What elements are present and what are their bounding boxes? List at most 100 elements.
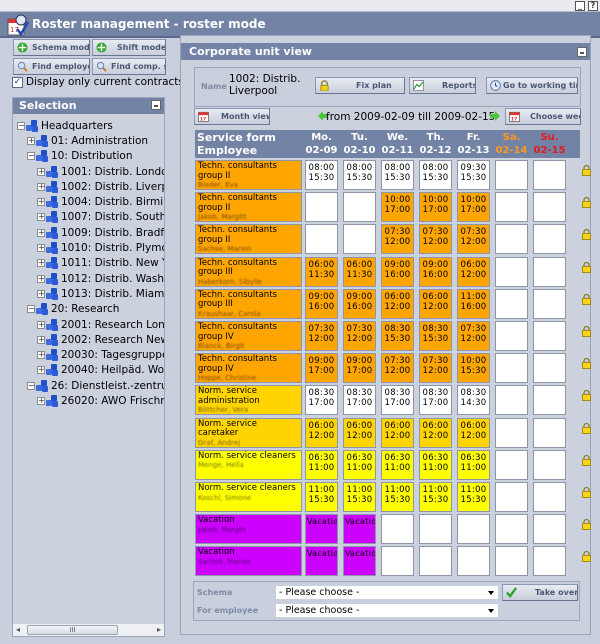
shift-cell[interactable]: 07:30 12:00 xyxy=(305,321,338,351)
schema-mode-button[interactable]: Schema mode xyxy=(13,39,90,56)
lock-icon[interactable] xyxy=(582,550,591,563)
service-form-cell[interactable]: Techn. consultants group IV Blanck, Birgi… xyxy=(195,321,302,351)
shift-cell[interactable]: 11:00 15:30 xyxy=(381,482,414,512)
lock-icon[interactable] xyxy=(582,389,591,402)
shift-cell[interactable]: 08:00 15:30 xyxy=(381,160,414,190)
shift-cell[interactable]: 08:30 17:00 xyxy=(381,385,414,416)
expand-icon[interactable]: + xyxy=(37,244,45,253)
service-form-cell[interactable]: Techn. consultants group II Sachse, Mario… xyxy=(195,224,302,255)
lock-icon[interactable] xyxy=(582,196,591,209)
shift-cell[interactable] xyxy=(533,353,566,384)
shift-cell[interactable]: 07:30 12:00 xyxy=(457,224,490,255)
tree-node[interactable]: +1001: Distrib. London xyxy=(13,164,164,179)
shift-cell[interactable]: 06:00 12:00 xyxy=(305,417,338,448)
lock-icon[interactable] xyxy=(582,357,591,370)
expand-icon[interactable]: + xyxy=(37,396,45,405)
shift-cell[interactable]: 09:00 16:00 xyxy=(343,288,376,319)
shift-cell[interactable] xyxy=(533,385,566,416)
shift-cell[interactable]: 06:00 11:30 xyxy=(305,256,338,287)
tree-node[interactable]: +2002: Research New York xyxy=(13,332,164,347)
expand-icon[interactable]: + xyxy=(27,136,35,145)
expand-icon[interactable]: + xyxy=(37,320,45,329)
lock-icon[interactable] xyxy=(582,486,591,498)
lock-icon[interactable] xyxy=(582,293,591,305)
expand-icon[interactable]: + xyxy=(37,213,45,222)
shift-cell[interactable]: Vacation xyxy=(305,514,338,545)
shift-cell[interactable]: 11:00 15:30 xyxy=(457,482,490,512)
tree-node[interactable]: +1007: Distrib. Southampton xyxy=(13,210,164,225)
shift-cell[interactable]: 06:00 12:00 xyxy=(381,288,414,319)
service-form-cell[interactable]: Techn. consultants group IV Hoppe, Christ… xyxy=(195,353,302,384)
shift-cell[interactable] xyxy=(305,224,338,255)
expand-icon[interactable]: + xyxy=(37,289,45,298)
shift-cell[interactable]: 09:00 16:00 xyxy=(381,256,414,287)
shift-cell[interactable] xyxy=(533,514,566,545)
minimize-icon[interactable] xyxy=(151,100,161,110)
lock-icon[interactable] xyxy=(582,164,591,176)
service-form-cell[interactable]: Techn. consultants group III Haberkorn, S… xyxy=(195,256,302,287)
current-contracts-checkbox[interactable]: ✓ xyxy=(12,76,23,88)
shift-cell[interactable] xyxy=(495,353,528,384)
shift-cell[interactable] xyxy=(495,321,528,351)
shift-cell[interactable] xyxy=(381,546,414,577)
service-form-cell[interactable]: Norm. service cleaners Menge, Hella xyxy=(195,449,302,480)
tree-node[interactable]: +1012: Distrib. Washington xyxy=(13,271,164,286)
shift-cell[interactable]: 09:30 15:30 xyxy=(457,160,490,190)
shift-cell[interactable]: 09:00 16:00 xyxy=(419,256,452,287)
service-form-cell[interactable]: Norm. service caretaker Graf, Andrej xyxy=(195,417,302,448)
shift-cell[interactable] xyxy=(533,546,566,577)
tree-node[interactable]: +1011: Distrib. New York xyxy=(13,256,164,271)
shift-cell[interactable]: 08:30 17:00 xyxy=(419,385,452,416)
fix-plan-button[interactable]: Fix plan xyxy=(315,77,405,94)
shift-cell[interactable]: 07:30 12:00 xyxy=(381,224,414,255)
expand-icon[interactable]: + xyxy=(37,228,45,237)
shift-cell[interactable]: 09:00 16:00 xyxy=(305,288,338,319)
shift-cell[interactable] xyxy=(419,514,452,545)
shift-cell[interactable] xyxy=(533,482,566,512)
go-to-working-time-button[interactable]: Go to working time xyxy=(486,77,578,94)
tree-node[interactable]: +26020: AWO Frischmenü xyxy=(13,393,164,408)
tree-node[interactable]: +01: Administration xyxy=(13,133,164,148)
tree-node[interactable]: +1004: Distrib. Birmingham xyxy=(13,194,164,209)
shift-cell[interactable]: 10:00 17:00 xyxy=(457,192,490,223)
shift-cell[interactable]: Vacation xyxy=(305,546,338,577)
shift-cell[interactable] xyxy=(533,288,566,319)
collapse-icon[interactable]: − xyxy=(27,152,35,161)
service-form-cell[interactable]: Norm. service administration Böttcher, Ve… xyxy=(195,385,302,416)
lock-icon[interactable] xyxy=(582,518,591,531)
lock-icon[interactable] xyxy=(582,228,591,241)
shift-cell[interactable] xyxy=(457,546,490,577)
tree-node[interactable]: − 10: Distribution xyxy=(13,149,164,164)
collapse-icon[interactable]: − xyxy=(27,305,35,314)
shift-cell[interactable]: 06:00 12:00 xyxy=(381,417,414,448)
shift-cell[interactable]: Vacation xyxy=(343,514,376,545)
tree-node[interactable]: − Headquarters xyxy=(13,118,164,133)
month-view-button[interactable]: 17 Month view xyxy=(194,108,270,125)
shift-cell[interactable] xyxy=(533,449,566,480)
expand-icon[interactable]: + xyxy=(37,335,45,344)
shift-cell[interactable] xyxy=(381,514,414,545)
find-employee-button[interactable]: Find employee xyxy=(13,58,90,75)
shift-cell[interactable]: 10:00 17:00 xyxy=(419,192,452,223)
shift-cell[interactable] xyxy=(495,417,528,448)
shift-cell[interactable]: 08:00 15:30 xyxy=(343,160,376,190)
service-form-cell[interactable]: Techn. consultants group III Kraushaar, C… xyxy=(195,288,302,319)
tree-node[interactable]: +1009: Distrib. Bradford xyxy=(13,225,164,240)
shift-cell[interactable]: Vacation xyxy=(343,546,376,577)
tree-node[interactable]: +1010: Distrib. Plymouth xyxy=(13,240,164,255)
find-comp-str-button[interactable]: Find comp. str. xyxy=(92,58,166,75)
shift-cell[interactable]: 08:30 17:00 xyxy=(343,385,376,416)
shift-cell[interactable]: 11:00 15:30 xyxy=(305,482,338,512)
shift-cell[interactable] xyxy=(495,256,528,287)
shift-cell[interactable]: 06:30 11:00 xyxy=(305,449,338,480)
choose-week-button[interactable]: 17 Choose week xyxy=(505,108,581,125)
expand-icon[interactable]: + xyxy=(37,259,45,268)
service-form-cell[interactable]: Norm. service cleaners Koschl, Simone xyxy=(195,482,302,512)
minimize-icon[interactable] xyxy=(577,47,587,57)
shift-cell[interactable] xyxy=(495,385,528,416)
shift-cell[interactable] xyxy=(533,160,566,190)
shift-cell[interactable]: 08:00 15:30 xyxy=(419,160,452,190)
help-icon[interactable]: ? xyxy=(588,1,598,11)
service-form-cell[interactable]: Techn. consultants group II Bieder, Eva xyxy=(195,160,302,190)
shift-cell[interactable] xyxy=(495,514,528,545)
